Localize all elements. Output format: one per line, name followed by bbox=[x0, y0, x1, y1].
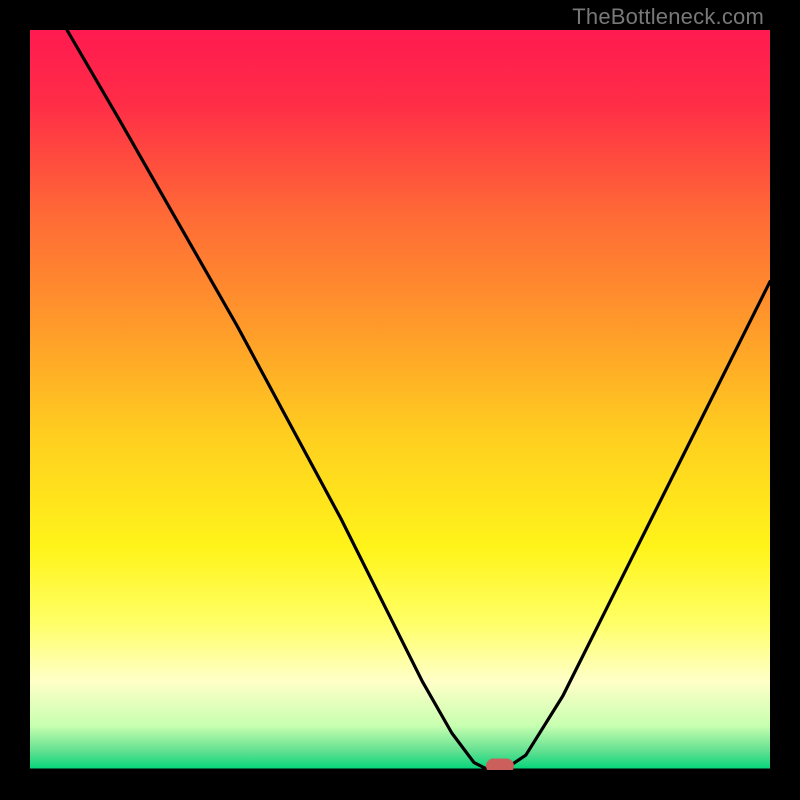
plot-area bbox=[30, 30, 770, 770]
watermark-text: TheBottleneck.com bbox=[572, 4, 764, 30]
bottleneck-curve bbox=[30, 30, 770, 770]
chart-frame: TheBottleneck.com bbox=[0, 0, 800, 800]
optimal-marker bbox=[486, 759, 514, 770]
